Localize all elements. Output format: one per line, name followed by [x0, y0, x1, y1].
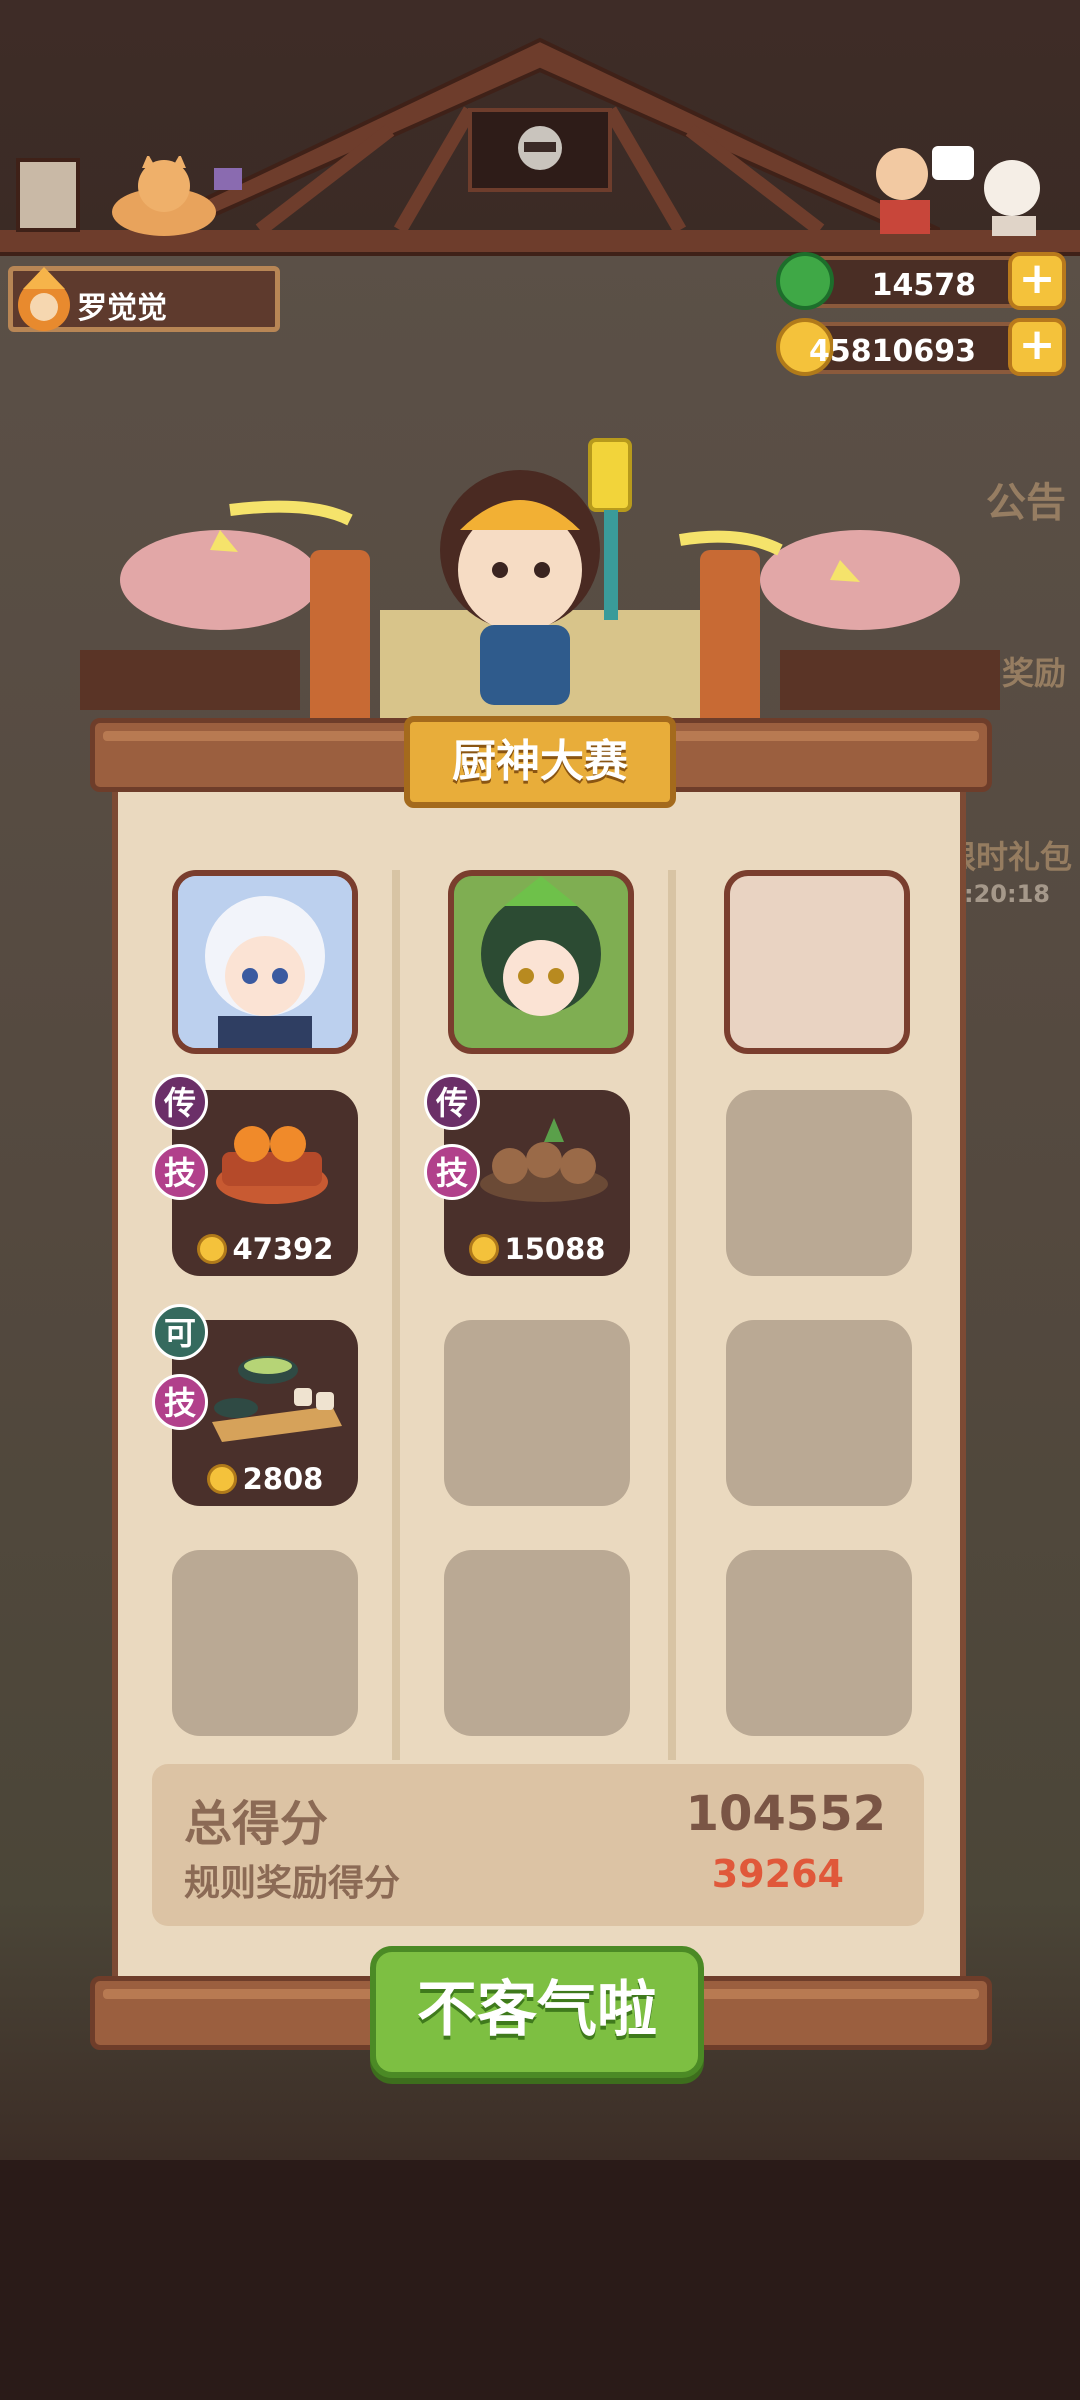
bottom-area: [0, 2160, 1080, 2400]
total-score-label: 总得分: [184, 1796, 329, 1852]
skill-badge: 技: [424, 1144, 480, 1200]
chef-portrait-2[interactable]: [448, 870, 634, 1054]
dish-score-value: 47392: [232, 1232, 334, 1266]
score-summary: 总得分 104552 规则奖励得分 39264: [152, 1764, 924, 1926]
player-avatar-icon: [18, 267, 70, 331]
add-jade-button[interactable]: +: [1008, 252, 1066, 310]
empty-dish-slot[interactable]: [726, 1550, 912, 1736]
confirm-button[interactable]: 不客气啦: [370, 1946, 704, 2078]
total-score-value: 104552: [685, 1786, 886, 1842]
chef-character-icon: [440, 438, 632, 705]
available-badge: 可: [152, 1304, 208, 1360]
skill-badge: 技: [152, 1374, 208, 1430]
dish-score: 47392: [172, 1232, 358, 1266]
dish-score-value: 15088: [504, 1232, 606, 1266]
empty-dish-slot[interactable]: [726, 1090, 912, 1276]
jade-counter: 14578 +: [776, 252, 1066, 310]
chef-portrait-empty[interactable]: [724, 870, 910, 1054]
column-divider: [392, 870, 400, 1760]
empty-dish-slot[interactable]: [726, 1320, 912, 1506]
player-name: 罗觉觉: [77, 291, 167, 326]
legendary-badge: 传: [152, 1074, 208, 1130]
bonus-score-label: 规则奖励得分: [184, 1863, 401, 1904]
bonus-score-value: 39264: [711, 1852, 844, 1896]
tea-set-dish-icon: [212, 1356, 342, 1442]
jade-value: 14578: [871, 268, 976, 303]
coin-value: 45810693: [809, 334, 976, 369]
cat-decoration-icon: [16, 156, 242, 236]
crab-steamer-dish-icon: [216, 1126, 328, 1204]
white-hair-chef-icon: [178, 876, 352, 1048]
coin-icon: [468, 1234, 499, 1264]
skill-badge: 技: [152, 1144, 208, 1200]
roof-frame: [140, 37, 940, 236]
coin-icon: [196, 1234, 227, 1264]
green-hair-chef-icon: [454, 876, 628, 1048]
empty-dish-slot[interactable]: [172, 1550, 358, 1736]
coin-icon: [206, 1464, 237, 1494]
legendary-badge: 传: [424, 1074, 480, 1130]
player-name-plate[interactable]: 罗觉觉: [8, 266, 280, 332]
chef-portrait-1[interactable]: [172, 870, 358, 1054]
dish-score: 15088: [444, 1232, 630, 1266]
customers-decoration-icon: [876, 146, 1040, 236]
coin-counter: 45810693 +: [776, 318, 1066, 376]
column-divider: [668, 870, 676, 1760]
green-jade-icon: [776, 252, 834, 310]
add-coin-button[interactable]: +: [1008, 318, 1066, 376]
dish-score: 2808: [172, 1462, 358, 1496]
empty-dish-slot[interactable]: [444, 1550, 630, 1736]
bird-buns-dish-icon: [480, 1118, 608, 1202]
dish-score-value: 2808: [242, 1462, 324, 1496]
empty-dish-slot[interactable]: [444, 1320, 630, 1506]
contest-title: 厨神大赛: [404, 716, 676, 808]
